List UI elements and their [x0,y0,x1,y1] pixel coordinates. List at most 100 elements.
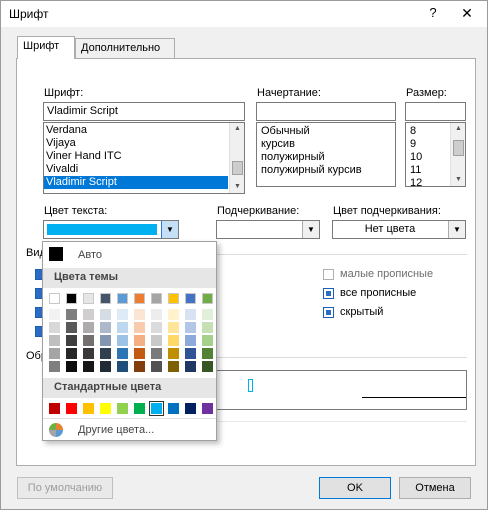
style-input[interactable] [256,102,396,121]
theme-color-swatch[interactable] [49,293,60,304]
standard-color-swatch[interactable] [134,403,145,414]
theme-shade-swatch[interactable] [202,361,213,372]
theme-shade-swatch[interactable] [151,361,162,372]
scroll-thumb[interactable] [232,161,243,175]
theme-shade-swatch[interactable] [185,322,196,333]
style-list-item[interactable]: полужирный [259,151,395,164]
theme-shade-swatch[interactable] [185,335,196,346]
style-list-item[interactable]: полужирный курсив [259,164,395,177]
theme-shade-swatch[interactable] [185,348,196,359]
chevron-down-icon[interactable]: ▼ [161,221,178,238]
theme-shade-swatch[interactable] [66,348,77,359]
theme-shade-swatch[interactable] [117,309,128,320]
theme-color-swatch[interactable] [134,293,145,304]
ok-button[interactable]: OK [319,477,391,499]
standard-color-swatch[interactable] [168,403,179,414]
theme-shade-swatch[interactable] [83,361,94,372]
standard-color-swatch[interactable] [185,403,196,414]
theme-shade-swatch[interactable] [185,361,196,372]
theme-shade-swatch[interactable] [151,322,162,333]
font-list-scrollbar[interactable]: ▲ ▼ [229,123,244,193]
theme-shade-swatch[interactable] [185,309,196,320]
theme-shade-swatch[interactable] [66,322,77,333]
theme-shade-swatch[interactable] [117,348,128,359]
theme-shade-swatch[interactable] [134,322,145,333]
size-listbox[interactable]: 8 9 10 11 12 ▲ ▼ [405,122,466,187]
theme-shade-swatch[interactable] [151,309,162,320]
standard-color-swatch[interactable] [66,403,77,414]
more-colors-link[interactable]: Другие цвета... [78,424,154,436]
theme-shade-swatch[interactable] [134,335,145,346]
theme-shade-swatch[interactable] [83,309,94,320]
font-listbox[interactable]: Verdana Vijaya Viner Hand ITC Vivaldi Vladim… [43,122,245,194]
auto-color-label[interactable]: Авто [78,249,102,261]
help-button[interactable]: ? [419,3,447,23]
theme-shade-swatch[interactable] [168,309,179,320]
theme-color-swatch[interactable] [202,293,213,304]
font-list-item[interactable]: Verdana [44,124,228,137]
theme-shade-swatch[interactable] [83,322,94,333]
theme-shade-swatch[interactable] [151,348,162,359]
theme-shade-swatch[interactable] [100,361,111,372]
theme-shade-swatch[interactable] [100,348,111,359]
standard-color-swatch[interactable] [202,403,213,414]
cancel-button[interactable]: Отмена [399,477,471,499]
tab-advanced[interactable]: Дополнительно [75,38,175,58]
close-button[interactable]: ✕ [451,3,483,23]
set-default-button[interactable]: По умолчанию [17,477,113,499]
style-list-item[interactable]: Обычный [259,125,395,138]
font-list-item[interactable]: Vivaldi [44,163,228,176]
theme-shade-swatch[interactable] [66,361,77,372]
theme-shade-swatch[interactable] [100,335,111,346]
theme-color-swatch[interactable] [185,293,196,304]
underline-color-dropdown[interactable]: Нет цвета ▼ [332,220,466,239]
chevron-down-icon[interactable]: ▼ [302,221,319,238]
scroll-down-icon[interactable]: ▼ [451,174,465,186]
theme-shade-swatch[interactable] [83,335,94,346]
standard-color-swatch[interactable] [83,403,94,414]
theme-shade-swatch[interactable] [117,335,128,346]
theme-shade-swatch[interactable] [49,309,60,320]
scroll-down-icon[interactable]: ▼ [230,181,244,193]
theme-shade-swatch[interactable] [168,348,179,359]
size-list-scrollbar[interactable]: ▲ ▼ [450,123,465,186]
theme-color-swatch[interactable] [66,293,77,304]
style-listbox[interactable]: Обычный курсив полужирный полужирный курсив [256,122,396,187]
theme-shade-swatch[interactable] [202,322,213,333]
standard-color-swatch[interactable] [117,403,128,414]
theme-shade-swatch[interactable] [202,309,213,320]
scroll-up-icon[interactable]: ▲ [230,123,244,135]
theme-color-swatch[interactable] [168,293,179,304]
theme-shade-swatch[interactable] [168,361,179,372]
font-list-item[interactable]: Viner Hand ITC [44,150,228,163]
font-name-input[interactable]: Vladimir Script [43,102,245,121]
font-list-item[interactable]: Vladimir Script [44,176,228,189]
theme-shade-swatch[interactable] [49,322,60,333]
theme-shade-swatch[interactable] [66,335,77,346]
text-color-dropdown[interactable]: ▼ [43,220,179,239]
theme-color-swatch[interactable] [151,293,162,304]
standard-color-swatch[interactable] [100,403,111,414]
theme-shade-swatch[interactable] [134,348,145,359]
theme-shade-swatch[interactable] [151,335,162,346]
theme-shade-swatch[interactable] [202,348,213,359]
theme-shade-swatch[interactable] [134,309,145,320]
theme-shade-swatch[interactable] [49,335,60,346]
auto-color-swatch[interactable] [49,247,63,261]
theme-color-swatch[interactable] [100,293,111,304]
theme-shade-swatch[interactable] [117,361,128,372]
theme-color-swatch[interactable] [117,293,128,304]
theme-shade-swatch[interactable] [168,322,179,333]
theme-shade-swatch[interactable] [100,322,111,333]
chevron-down-icon[interactable]: ▼ [448,221,465,238]
theme-shade-swatch[interactable] [49,348,60,359]
standard-color-swatch[interactable] [149,401,164,416]
theme-shade-swatch[interactable] [202,335,213,346]
theme-shade-swatch[interactable] [66,309,77,320]
theme-shade-swatch[interactable] [83,348,94,359]
theme-shade-swatch[interactable] [100,309,111,320]
standard-color-swatch[interactable] [49,403,60,414]
size-input[interactable] [405,102,466,121]
theme-color-swatch[interactable] [83,293,94,304]
scroll-up-icon[interactable]: ▲ [451,123,465,135]
